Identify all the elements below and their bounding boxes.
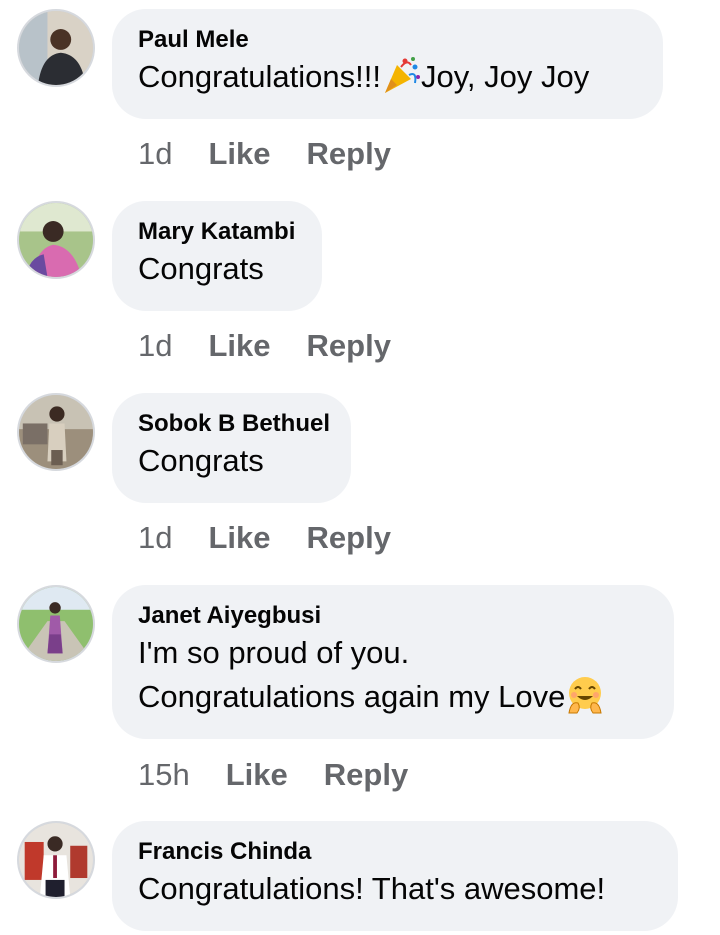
comment-actions: 1d Like Reply — [138, 134, 427, 174]
like-button[interactable]: Like — [208, 328, 270, 363]
comment-bubble: Paul Mele Congratulations!!! Joy, Joy Jo… — [112, 9, 663, 119]
comment-text: Congratulations!!! Joy, Joy Joy — [138, 55, 637, 99]
comment-actions: 15h Like Reply — [138, 755, 444, 795]
comment-actions: 1d Like Reply — [138, 518, 427, 558]
comment-timestamp[interactable]: 1d — [138, 520, 172, 555]
reply-button[interactable]: Reply — [307, 520, 391, 555]
comment-text: Congrats — [138, 251, 264, 286]
comment-author[interactable]: Paul Mele — [138, 25, 637, 55]
avatar[interactable] — [17, 201, 95, 279]
comment-bubble: Francis Chinda Congratulations! That's a… — [112, 821, 678, 931]
like-button[interactable]: Like — [208, 520, 270, 555]
like-button[interactable]: Like — [208, 136, 270, 171]
smiling-face-with-open-hands-icon — [565, 675, 605, 715]
reply-button[interactable]: Reply — [324, 757, 408, 792]
comment-timestamp[interactable]: 1d — [138, 328, 172, 363]
avatar[interactable] — [17, 585, 95, 663]
reply-button[interactable]: Reply — [307, 328, 391, 363]
party-popper-icon — [381, 55, 421, 95]
comment-timestamp[interactable]: 15h — [138, 757, 190, 792]
avatar[interactable] — [17, 821, 95, 899]
comment-bubble: Mary Katambi Congrats — [112, 201, 322, 311]
comment-text-part: Joy, Joy Joy — [420, 59, 590, 94]
comment-bubble: Sobok B Bethuel Congrats — [112, 393, 351, 503]
comment-text: Congrats — [138, 443, 264, 478]
comment-text-line: I'm so proud of you. — [138, 635, 410, 670]
comment-author[interactable]: Janet Aiyegbusi — [138, 601, 648, 631]
comment-text-part: Congratulations!!! — [138, 59, 381, 94]
avatar[interactable] — [17, 393, 95, 471]
comment-author[interactable]: Francis Chinda — [138, 837, 652, 867]
comment-timestamp[interactable]: 1d — [138, 136, 172, 171]
comment-bubble: Janet Aiyegbusi I'm so proud of you. Con… — [112, 585, 674, 739]
reply-button[interactable]: Reply — [307, 136, 391, 171]
like-button[interactable]: Like — [226, 757, 288, 792]
comment-text-line: Congratulations again my Love — [138, 675, 648, 719]
comment-text-part: Congratulations again my Love — [138, 679, 566, 714]
comment-actions: 1d Like Reply — [138, 326, 427, 366]
comment-author[interactable]: Sobok B Bethuel — [138, 409, 330, 439]
comment-author[interactable]: Mary Katambi — [138, 217, 296, 247]
comment-text: Congratulations! That's awesome! — [138, 871, 606, 906]
avatar[interactable] — [17, 9, 95, 87]
